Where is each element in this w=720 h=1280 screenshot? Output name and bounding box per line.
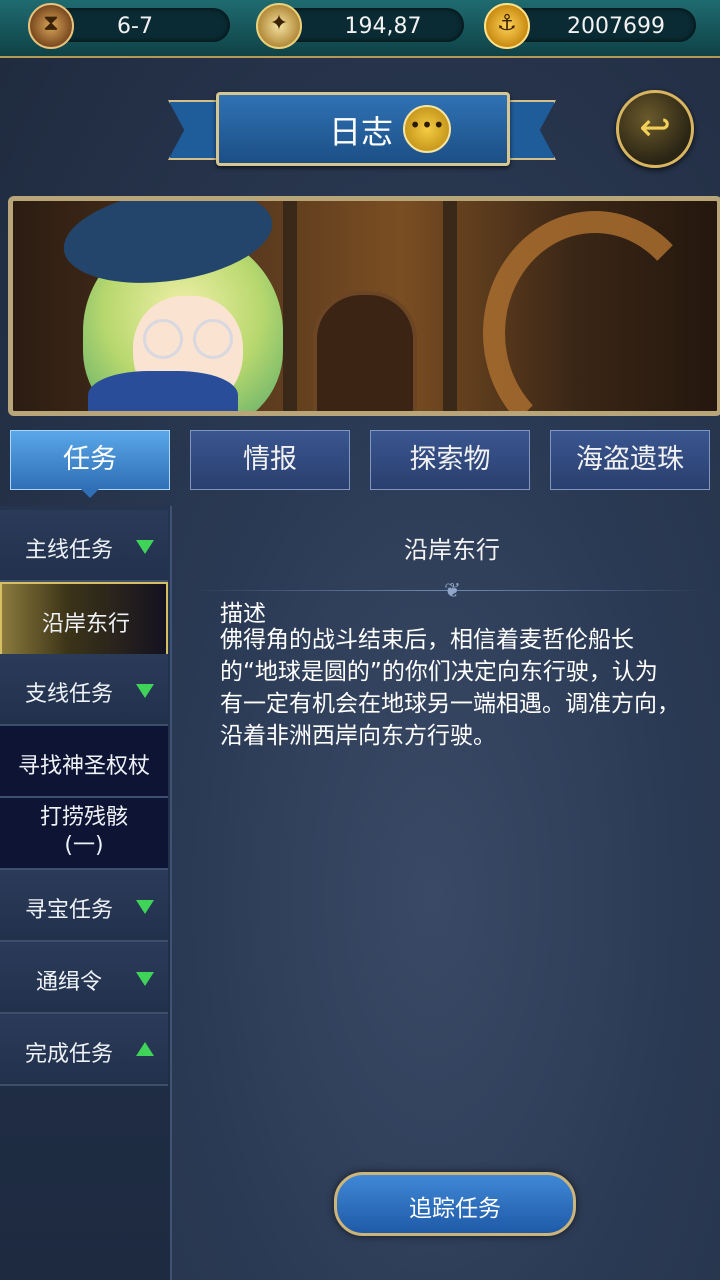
sidebar-item-label: 主线任务 <box>24 538 113 563</box>
sidebar-item-quest-coastal-east[interactable]: 沿岸东行 <box>0 582 168 656</box>
character-robe <box>88 371 238 411</box>
sidebar-item-label: 支线任务 <box>24 682 113 707</box>
gold-value: 2007699 <box>567 14 665 39</box>
expand-arrow-icon <box>136 972 154 986</box>
tab-intel[interactable]: 情报 <box>190 430 350 490</box>
quest-title: 沿岸东行 <box>404 536 500 564</box>
status-bar: ⧗ 6-7 ✦ 194,87 ⚓ 2007699 <box>0 0 720 58</box>
compass-icon: ✦ <box>256 3 302 49</box>
tab-discoveries[interactable]: 探索物 <box>370 430 530 490</box>
turns-counter: ⧗ 6-7 <box>28 3 230 49</box>
description-text: 佛得角的战斗结束后，相信着麦哲伦船长的“地球是圆的”的你们决定向东行驶，认为有一… <box>220 627 680 749</box>
back-arrow-icon: ↩ <box>639 105 671 149</box>
compass-counter: ✦ 194,87 <box>256 3 464 49</box>
description-label: 描述 <box>220 601 266 627</box>
expand-arrow-icon <box>136 684 154 698</box>
back-button[interactable]: ↩ <box>616 90 694 168</box>
character-glasses-right <box>193 319 233 359</box>
track-quest-button[interactable]: 追踪任务 <box>334 1172 576 1236</box>
collapse-arrow-icon <box>136 1042 154 1056</box>
sidebar-item-wanted[interactable]: 通缉令 <box>0 942 168 1014</box>
sidebar-item-label: 沿岸东行 <box>41 612 130 637</box>
track-quest-label: 追踪任务 <box>409 1196 501 1222</box>
sidebar-item-label: 完成任务 <box>24 1042 113 1067</box>
anchor-coin-icon: ⚓ <box>484 3 530 49</box>
chat-bubble-icon[interactable]: ••• <box>403 105 451 153</box>
sidebar-item-main-quests[interactable]: 主线任务 <box>0 510 168 582</box>
sidebar-item-completed-quests[interactable]: 完成任务 <box>0 1014 168 1086</box>
expand-arrow-icon <box>136 540 154 554</box>
ship-staircase <box>483 211 707 411</box>
title-banner: 日志 ••• <box>216 92 510 166</box>
ship-beam <box>283 201 297 411</box>
sidebar-item-quest-salvage[interactable]: 打捞残骸 (一) <box>0 798 168 870</box>
active-tab-pointer <box>80 488 100 498</box>
character-portrait-panel <box>8 196 720 416</box>
sidebar-item-label: 寻找神圣权杖 <box>17 754 150 779</box>
sidebar-item-quest-holy-scepter[interactable]: 寻找神圣权杖 <box>0 726 168 798</box>
sidebar-item-treasure-quests[interactable]: 寻宝任务 <box>0 870 168 942</box>
gold-counter: ⚓ 2007699 <box>484 3 696 49</box>
expand-arrow-icon <box>136 900 154 914</box>
quest-sidebar: 主线任务 沿岸东行 支线任务 寻找神圣权杖 打捞残骸 (一) 寻宝任务 通缉令 … <box>0 506 172 1280</box>
ornament-icon: ❦ <box>444 578 461 602</box>
sidebar-item-side-quests[interactable]: 支线任务 <box>0 654 168 726</box>
sidebar-item-label: 通缉令 <box>35 970 102 995</box>
turns-value: 6-7 <box>117 14 153 39</box>
sidebar-item-label: 打捞残骸 (一) <box>39 805 128 858</box>
sidebar-item-label: 寻宝任务 <box>24 898 113 923</box>
ship-beam <box>443 201 457 411</box>
tab-quests[interactable]: 任务 <box>10 430 170 490</box>
compass-value: 194,87 <box>344 14 422 39</box>
character-glasses-left <box>143 319 183 359</box>
tab-pirate-treasure[interactable]: 海盗遗珠 <box>550 430 710 490</box>
page-title: 日志 <box>329 113 394 151</box>
ship-door <box>313 291 417 411</box>
